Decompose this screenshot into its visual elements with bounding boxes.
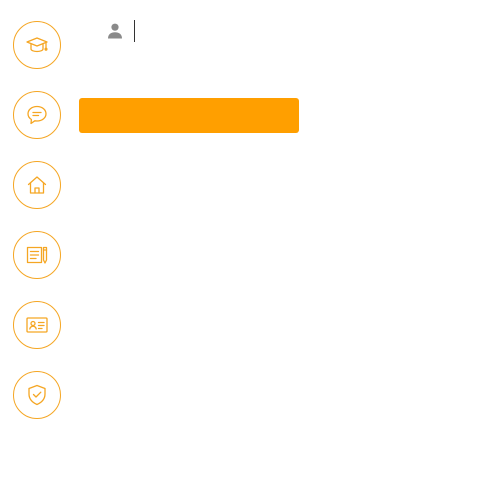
document-pencil-icon (25, 243, 49, 267)
sidebar-item-messages[interactable] (13, 91, 61, 139)
chat-bubble-icon (25, 103, 49, 127)
username-input[interactable] (134, 20, 341, 42)
sidebar-item-education[interactable] (13, 21, 61, 69)
username-row (106, 18, 341, 44)
id-card-icon (25, 313, 49, 337)
sidebar-item-security[interactable] (13, 371, 61, 419)
home-icon (25, 173, 49, 197)
shield-check-icon (25, 383, 49, 407)
sidebar-item-notes[interactable] (13, 231, 61, 279)
app-page (0, 0, 500, 500)
sidebar-item-profile[interactable] (13, 301, 61, 349)
sidebar-item-home[interactable] (13, 161, 61, 209)
submit-button[interactable] (79, 98, 299, 133)
graduation-cap-icon (25, 33, 49, 57)
user-icon (106, 22, 124, 40)
